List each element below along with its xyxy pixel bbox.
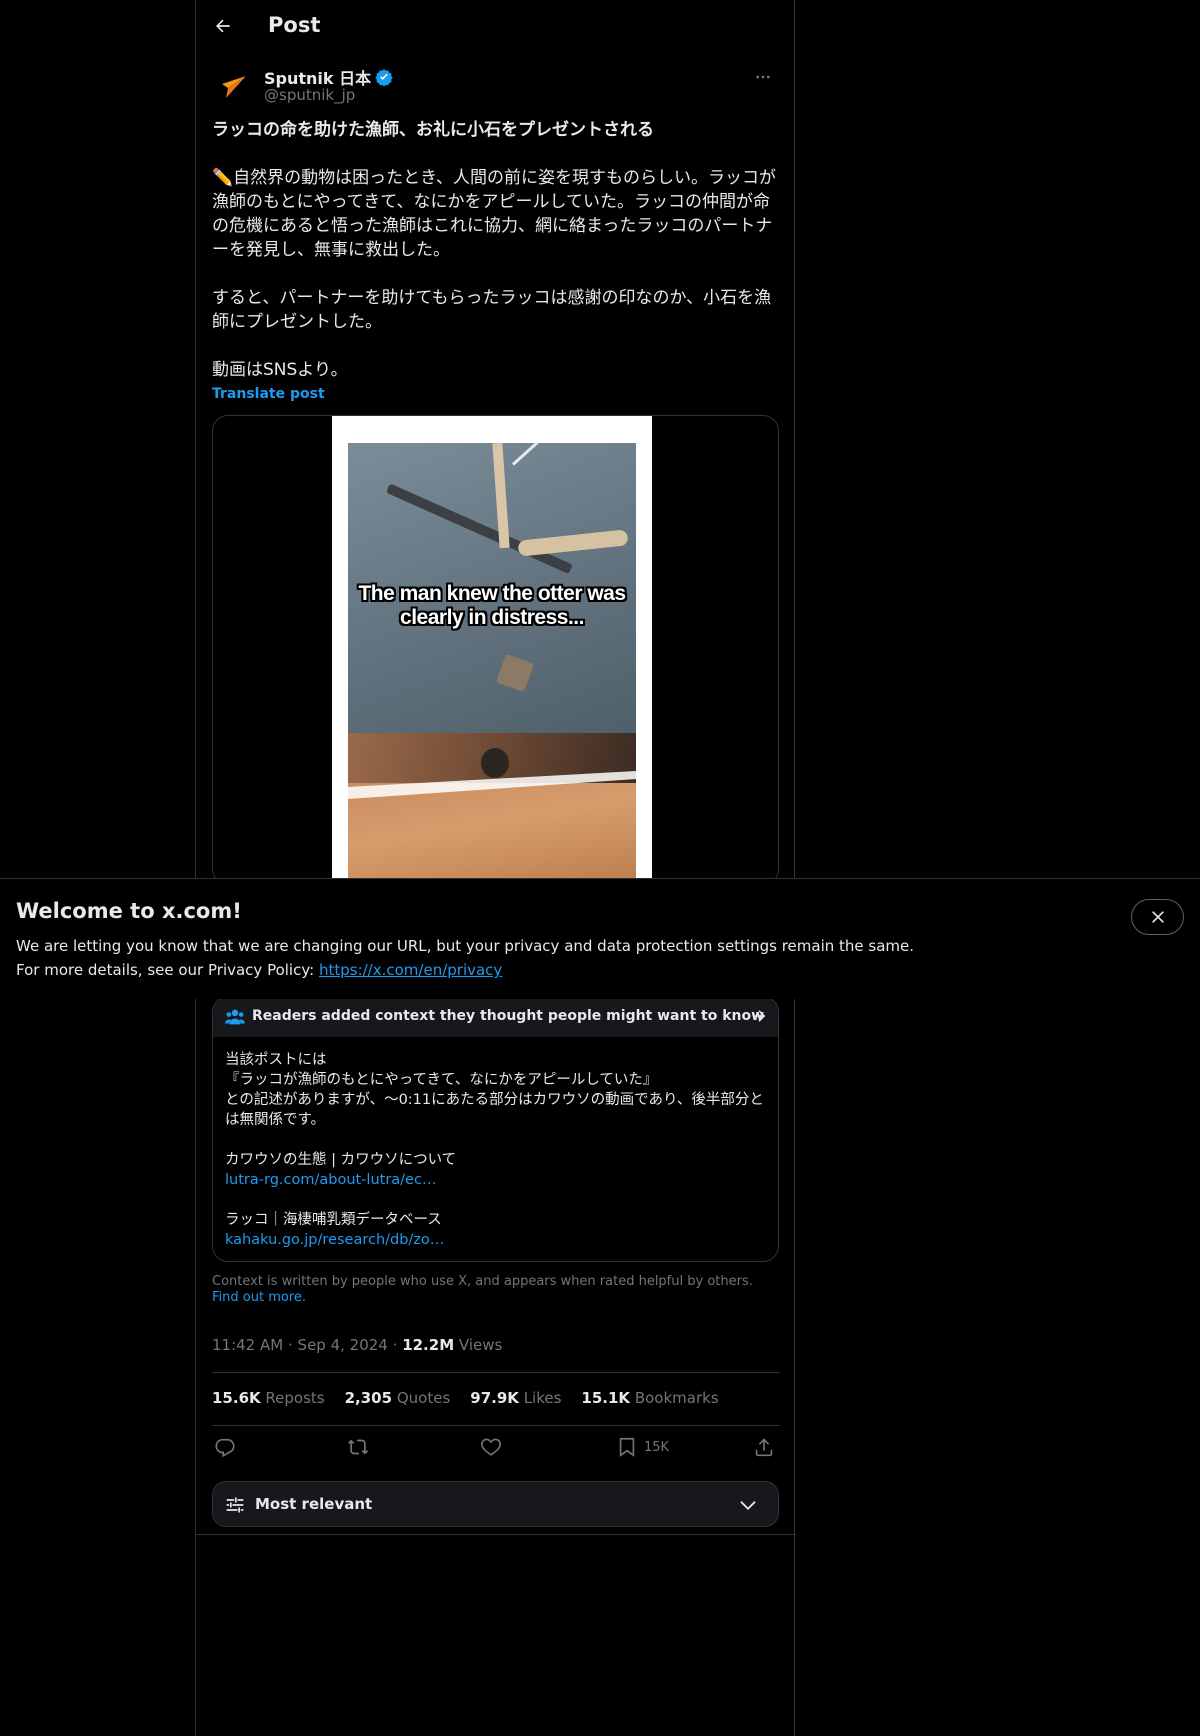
- arrow-right-icon: [753, 1010, 766, 1022]
- community-note-body: 当該ポストには 『ラッコが漁師のもとにやってきて、なにかをアピールしていた』 と…: [225, 1050, 770, 1250]
- url-change-banner: Welcome to x.com! We are letting you kno…: [0, 878, 1200, 999]
- share-button[interactable]: [753, 1436, 775, 1458]
- author-row: Sputnik 日本 @sputnik_jp: [212, 64, 780, 108]
- banner-text: For more details, see our Privacy Policy…: [16, 961, 503, 979]
- verified-badge-icon: [375, 69, 393, 86]
- post-date[interactable]: Sep 4, 2024: [298, 1336, 388, 1354]
- views-label: Views: [458, 1336, 503, 1354]
- video-player[interactable]: The man knew the otter was clearly in di…: [212, 415, 779, 885]
- people-icon: [225, 1009, 245, 1025]
- bookmarks-stat[interactable]: 15.1K Bookmarks: [581, 1389, 718, 1407]
- engagement-stats: 15.6K Reposts 2,305 Quotes 97.9K Likes 1…: [212, 1389, 719, 1407]
- post-paragraph: ✏️自然界の動物は困ったとき、人間の前に姿を現すものらしい。ラッコが漁師のもとに…: [212, 168, 776, 260]
- action-bar: 15K: [212, 1436, 780, 1460]
- close-banner-button[interactable]: [1131, 899, 1184, 935]
- share-icon: [755, 1438, 773, 1457]
- sliders-icon: [226, 1497, 244, 1513]
- note-ref-title: ラッコ｜海棲哺乳類データベース: [225, 1212, 442, 1228]
- post-time[interactable]: 11:42 AM: [212, 1336, 283, 1354]
- note-ref-link[interactable]: kahaku.go.jp/research/db/zo…: [225, 1232, 444, 1248]
- post-paragraph: すると、パートナーを助けてもらったラッコは感謝の印なのか、小石を漁師にプレゼント…: [212, 288, 772, 332]
- divider: [212, 1425, 780, 1426]
- sort-label: Most relevant: [255, 1495, 373, 1513]
- community-note-footer: Context is written by people who use X, …: [212, 1274, 780, 1306]
- sort-replies-dropdown[interactable]: Most relevant: [212, 1481, 779, 1527]
- find-out-more-link[interactable]: Find out more.: [212, 1290, 306, 1305]
- community-note-footer-text: Context is written by people who use X, …: [212, 1274, 753, 1289]
- note-ref-link[interactable]: lutra-rg.com/about-lutra/ec…: [225, 1172, 436, 1188]
- likes-stat[interactable]: 97.9K Likes: [470, 1389, 561, 1407]
- avatar[interactable]: [212, 66, 252, 106]
- translate-post-link[interactable]: Translate post: [212, 386, 325, 402]
- note-line: 当該ポストには: [225, 1052, 327, 1068]
- bookmark-icon: [619, 1437, 635, 1457]
- post-title: ラッコの命を助けた漁師、お礼に小石をプレゼントされる: [212, 120, 654, 140]
- quotes-stat[interactable]: 2,305 Quotes: [345, 1389, 451, 1407]
- note-line: 『ラッコが漁師のもとにやってきて、なにかをアピールしていた』: [225, 1072, 658, 1088]
- post-meta: 11:42 AM · Sep 4, 2024 · 12.2M Views: [212, 1336, 503, 1354]
- heart-icon: [481, 1438, 501, 1456]
- bookmark-count: 15K: [644, 1439, 670, 1455]
- divider: [212, 1372, 780, 1373]
- community-note-header[interactable]: Readers added context they thought peopl…: [213, 997, 778, 1037]
- more-options-button[interactable]: [746, 64, 780, 90]
- video-frame: The man knew the otter was clearly in di…: [332, 416, 652, 884]
- banner-text: We are letting you know that we are chan…: [16, 937, 915, 955]
- page-title: Post: [268, 13, 321, 37]
- repost-button[interactable]: [347, 1436, 369, 1458]
- page-header: Post: [196, 0, 796, 53]
- chevron-down-icon: [740, 1501, 756, 1511]
- privacy-policy-link[interactable]: https://x.com/en/privacy: [319, 961, 502, 979]
- reply-icon: [215, 1438, 235, 1458]
- community-note-title: Readers added context they thought peopl…: [252, 1008, 765, 1024]
- video-thumbnail: The man knew the otter was clearly in di…: [348, 443, 636, 884]
- views-count: 12.2M: [402, 1336, 455, 1354]
- bookmark-button[interactable]: 15K: [616, 1436, 669, 1458]
- post-paragraph: 動画はSNSより。: [212, 360, 348, 380]
- post-text: ラッコの命を助けた漁師、お礼に小石をプレゼントされる ✏️自然界の動物は困ったと…: [212, 118, 780, 382]
- repost-icon: [347, 1439, 369, 1455]
- more-dots-icon: [756, 75, 770, 79]
- video-caption: The man knew the otter was clearly in di…: [358, 582, 626, 629]
- sputnik-logo-icon: [222, 76, 246, 98]
- main-column: Post Sputnik 日本 @sputnik_jp ラッコの命を助けた漁師、…: [195, 0, 796, 1736]
- back-button[interactable]: [206, 9, 240, 43]
- reposts-stat[interactable]: 15.6K Reposts: [212, 1389, 325, 1407]
- close-icon: [1151, 911, 1164, 923]
- note-ref-title: カワウソの生態 | カワウソについて: [225, 1152, 457, 1168]
- divider: [196, 1534, 796, 1535]
- reply-button[interactable]: [214, 1436, 236, 1458]
- community-note: Readers added context they thought peopl…: [212, 996, 779, 1262]
- author-handle[interactable]: @sputnik_jp: [264, 86, 355, 104]
- arrow-left-icon: [216, 19, 230, 33]
- note-line: との記述がありますが、〜0:11にあたる部分はカワウソの動画であり、後半部分とは…: [225, 1092, 764, 1128]
- banner-title: Welcome to x.com!: [16, 899, 242, 923]
- like-button[interactable]: [480, 1436, 502, 1458]
